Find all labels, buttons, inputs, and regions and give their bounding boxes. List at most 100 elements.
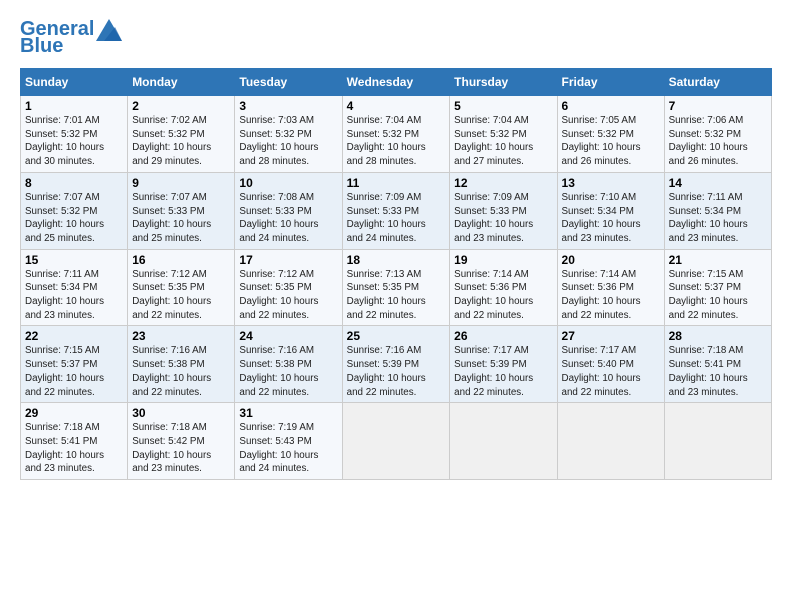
day-cell: 11Sunrise: 7:09 AM Sunset: 5:33 PM Dayli… xyxy=(342,172,450,249)
day-number: 8 xyxy=(25,176,123,190)
day-number: 26 xyxy=(454,329,552,343)
day-cell: 15Sunrise: 7:11 AM Sunset: 5:34 PM Dayli… xyxy=(21,249,128,326)
header-cell-saturday: Saturday xyxy=(664,69,771,96)
day-number: 14 xyxy=(669,176,767,190)
day-number: 9 xyxy=(132,176,230,190)
day-info: Sunrise: 7:14 AM Sunset: 5:36 PM Dayligh… xyxy=(454,268,552,323)
day-cell: 5Sunrise: 7:04 AM Sunset: 5:32 PM Daylig… xyxy=(450,96,557,173)
week-row-1: 1Sunrise: 7:01 AM Sunset: 5:32 PM Daylig… xyxy=(21,96,772,173)
day-info: Sunrise: 7:13 AM Sunset: 5:35 PM Dayligh… xyxy=(347,268,446,323)
day-number: 23 xyxy=(132,329,230,343)
header-cell-monday: Monday xyxy=(128,69,235,96)
day-cell: 16Sunrise: 7:12 AM Sunset: 5:35 PM Dayli… xyxy=(128,249,235,326)
day-number: 28 xyxy=(669,329,767,343)
day-info: Sunrise: 7:08 AM Sunset: 5:33 PM Dayligh… xyxy=(239,191,337,246)
day-cell: 18Sunrise: 7:13 AM Sunset: 5:35 PM Dayli… xyxy=(342,249,450,326)
day-cell xyxy=(557,403,664,480)
day-cell: 10Sunrise: 7:08 AM Sunset: 5:33 PM Dayli… xyxy=(235,172,342,249)
day-cell: 22Sunrise: 7:15 AM Sunset: 5:37 PM Dayli… xyxy=(21,326,128,403)
day-cell: 12Sunrise: 7:09 AM Sunset: 5:33 PM Dayli… xyxy=(450,172,557,249)
day-info: Sunrise: 7:12 AM Sunset: 5:35 PM Dayligh… xyxy=(239,268,337,323)
day-cell xyxy=(342,403,450,480)
logo: General Blue xyxy=(20,18,122,58)
day-number: 2 xyxy=(132,99,230,113)
day-info: Sunrise: 7:19 AM Sunset: 5:43 PM Dayligh… xyxy=(239,421,337,476)
week-row-4: 22Sunrise: 7:15 AM Sunset: 5:37 PM Dayli… xyxy=(21,326,772,403)
day-number: 1 xyxy=(25,99,123,113)
day-number: 15 xyxy=(25,253,123,267)
day-cell: 9Sunrise: 7:07 AM Sunset: 5:33 PM Daylig… xyxy=(128,172,235,249)
day-info: Sunrise: 7:16 AM Sunset: 5:39 PM Dayligh… xyxy=(347,344,446,399)
day-number: 5 xyxy=(454,99,552,113)
day-cell: 6Sunrise: 7:05 AM Sunset: 5:32 PM Daylig… xyxy=(557,96,664,173)
day-info: Sunrise: 7:09 AM Sunset: 5:33 PM Dayligh… xyxy=(347,191,446,246)
week-row-2: 8Sunrise: 7:07 AM Sunset: 5:32 PM Daylig… xyxy=(21,172,772,249)
day-cell: 29Sunrise: 7:18 AM Sunset: 5:41 PM Dayli… xyxy=(21,403,128,480)
day-info: Sunrise: 7:05 AM Sunset: 5:32 PM Dayligh… xyxy=(562,114,660,169)
day-number: 16 xyxy=(132,253,230,267)
day-cell: 17Sunrise: 7:12 AM Sunset: 5:35 PM Dayli… xyxy=(235,249,342,326)
day-cell: 23Sunrise: 7:16 AM Sunset: 5:38 PM Dayli… xyxy=(128,326,235,403)
day-cell: 3Sunrise: 7:03 AM Sunset: 5:32 PM Daylig… xyxy=(235,96,342,173)
day-info: Sunrise: 7:16 AM Sunset: 5:38 PM Dayligh… xyxy=(239,344,337,399)
day-cell: 31Sunrise: 7:19 AM Sunset: 5:43 PM Dayli… xyxy=(235,403,342,480)
day-cell: 1Sunrise: 7:01 AM Sunset: 5:32 PM Daylig… xyxy=(21,96,128,173)
day-cell xyxy=(450,403,557,480)
day-info: Sunrise: 7:07 AM Sunset: 5:32 PM Dayligh… xyxy=(25,191,123,246)
day-info: Sunrise: 7:11 AM Sunset: 5:34 PM Dayligh… xyxy=(25,268,123,323)
day-info: Sunrise: 7:18 AM Sunset: 5:42 PM Dayligh… xyxy=(132,421,230,476)
day-number: 7 xyxy=(669,99,767,113)
day-cell: 2Sunrise: 7:02 AM Sunset: 5:32 PM Daylig… xyxy=(128,96,235,173)
day-cell: 20Sunrise: 7:14 AM Sunset: 5:36 PM Dayli… xyxy=(557,249,664,326)
day-number: 11 xyxy=(347,176,446,190)
day-cell: 14Sunrise: 7:11 AM Sunset: 5:34 PM Dayli… xyxy=(664,172,771,249)
day-cell xyxy=(664,403,771,480)
day-cell: 8Sunrise: 7:07 AM Sunset: 5:32 PM Daylig… xyxy=(21,172,128,249)
day-number: 3 xyxy=(239,99,337,113)
day-info: Sunrise: 7:10 AM Sunset: 5:34 PM Dayligh… xyxy=(562,191,660,246)
day-cell: 13Sunrise: 7:10 AM Sunset: 5:34 PM Dayli… xyxy=(557,172,664,249)
day-info: Sunrise: 7:11 AM Sunset: 5:34 PM Dayligh… xyxy=(669,191,767,246)
day-number: 30 xyxy=(132,406,230,420)
header-cell-wednesday: Wednesday xyxy=(342,69,450,96)
logo-icon xyxy=(96,19,122,41)
header-row: SundayMondayTuesdayWednesdayThursdayFrid… xyxy=(21,69,772,96)
day-number: 6 xyxy=(562,99,660,113)
week-row-5: 29Sunrise: 7:18 AM Sunset: 5:41 PM Dayli… xyxy=(21,403,772,480)
day-cell: 25Sunrise: 7:16 AM Sunset: 5:39 PM Dayli… xyxy=(342,326,450,403)
day-number: 27 xyxy=(562,329,660,343)
day-cell: 26Sunrise: 7:17 AM Sunset: 5:39 PM Dayli… xyxy=(450,326,557,403)
day-info: Sunrise: 7:14 AM Sunset: 5:36 PM Dayligh… xyxy=(562,268,660,323)
day-info: Sunrise: 7:18 AM Sunset: 5:41 PM Dayligh… xyxy=(25,421,123,476)
day-number: 19 xyxy=(454,253,552,267)
day-info: Sunrise: 7:17 AM Sunset: 5:40 PM Dayligh… xyxy=(562,344,660,399)
day-info: Sunrise: 7:12 AM Sunset: 5:35 PM Dayligh… xyxy=(132,268,230,323)
day-info: Sunrise: 7:18 AM Sunset: 5:41 PM Dayligh… xyxy=(669,344,767,399)
day-number: 24 xyxy=(239,329,337,343)
day-info: Sunrise: 7:04 AM Sunset: 5:32 PM Dayligh… xyxy=(347,114,446,169)
day-number: 31 xyxy=(239,406,337,420)
day-number: 10 xyxy=(239,176,337,190)
day-number: 21 xyxy=(669,253,767,267)
day-cell: 7Sunrise: 7:06 AM Sunset: 5:32 PM Daylig… xyxy=(664,96,771,173)
calendar-header: SundayMondayTuesdayWednesdayThursdayFrid… xyxy=(21,69,772,96)
day-cell: 24Sunrise: 7:16 AM Sunset: 5:38 PM Dayli… xyxy=(235,326,342,403)
day-cell: 4Sunrise: 7:04 AM Sunset: 5:32 PM Daylig… xyxy=(342,96,450,173)
day-info: Sunrise: 7:06 AM Sunset: 5:32 PM Dayligh… xyxy=(669,114,767,169)
day-cell: 27Sunrise: 7:17 AM Sunset: 5:40 PM Dayli… xyxy=(557,326,664,403)
day-cell: 21Sunrise: 7:15 AM Sunset: 5:37 PM Dayli… xyxy=(664,249,771,326)
calendar-body: 1Sunrise: 7:01 AM Sunset: 5:32 PM Daylig… xyxy=(21,96,772,480)
header: General Blue xyxy=(20,18,772,58)
day-number: 18 xyxy=(347,253,446,267)
calendar-table: SundayMondayTuesdayWednesdayThursdayFrid… xyxy=(20,68,772,480)
logo-blue: Blue xyxy=(20,35,63,58)
day-cell: 30Sunrise: 7:18 AM Sunset: 5:42 PM Dayli… xyxy=(128,403,235,480)
header-cell-thursday: Thursday xyxy=(450,69,557,96)
week-row-3: 15Sunrise: 7:11 AM Sunset: 5:34 PM Dayli… xyxy=(21,249,772,326)
day-info: Sunrise: 7:01 AM Sunset: 5:32 PM Dayligh… xyxy=(25,114,123,169)
header-cell-friday: Friday xyxy=(557,69,664,96)
day-cell: 28Sunrise: 7:18 AM Sunset: 5:41 PM Dayli… xyxy=(664,326,771,403)
header-cell-tuesday: Tuesday xyxy=(235,69,342,96)
day-number: 22 xyxy=(25,329,123,343)
day-number: 13 xyxy=(562,176,660,190)
